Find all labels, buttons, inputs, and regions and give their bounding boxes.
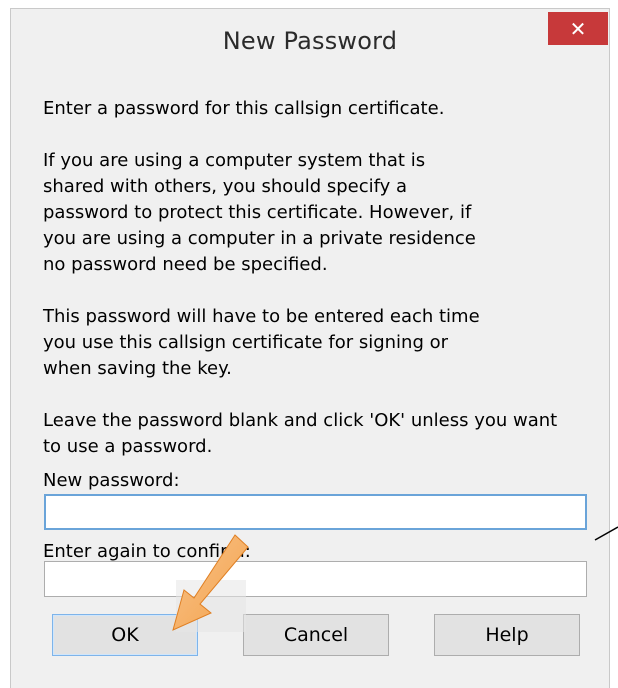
title-bar: New Password ✕ xyxy=(11,9,609,73)
help-button[interactable]: Help xyxy=(434,614,580,656)
instruction-line: no password need be specified. xyxy=(43,254,328,275)
instruction-line: password to protect this certificate. Ho… xyxy=(43,202,472,223)
confirm-password-field[interactable] xyxy=(44,561,587,597)
close-button[interactable]: ✕ xyxy=(548,12,608,45)
instruction-line: Leave the password blank and click 'OK' … xyxy=(43,410,558,431)
new-password-field[interactable] xyxy=(44,494,587,530)
instruction-line: If you are using a computer system that … xyxy=(43,150,426,171)
instruction-paragraph-2: If you are using a computer system that … xyxy=(43,148,603,278)
instruction-paragraph-3: This password will have to be entered ea… xyxy=(43,304,603,382)
instruction-line: you use this callsign certificate for si… xyxy=(43,332,449,353)
instruction-paragraph-1: Enter a password for this callsign certi… xyxy=(43,96,603,122)
new-password-dialog: New Password ✕ Enter a password for this… xyxy=(10,8,610,688)
new-password-label: New password: xyxy=(43,470,180,491)
instruction-line: to use a password. xyxy=(43,436,213,457)
cancel-button[interactable]: Cancel xyxy=(243,614,389,656)
ok-button[interactable]: OK xyxy=(52,614,198,656)
instruction-paragraph-4: Leave the password blank and click 'OK' … xyxy=(43,408,603,460)
instruction-line: when saving the key. xyxy=(43,358,232,379)
instruction-line: This password will have to be entered ea… xyxy=(43,306,480,327)
instruction-line: Enter a password for this callsign certi… xyxy=(43,98,445,119)
dialog-title: New Password xyxy=(222,27,398,55)
instruction-line: shared with others, you should specify a xyxy=(43,176,408,197)
instruction-line: you are using a computer in a private re… xyxy=(43,228,476,249)
close-icon: ✕ xyxy=(569,16,587,41)
